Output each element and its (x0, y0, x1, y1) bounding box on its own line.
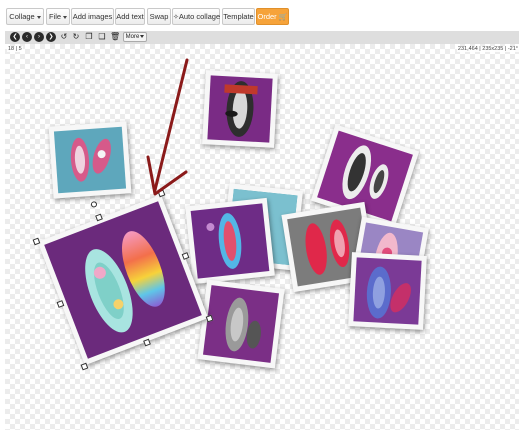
prev-icon[interactable]: ‹ (22, 32, 32, 42)
resize-handle-bottom[interactable] (143, 338, 151, 347)
resize-handle-top-left[interactable] (32, 237, 41, 246)
template-label: Template (223, 12, 254, 21)
resize-handle-left[interactable] (56, 300, 65, 308)
collage-canvas[interactable]: 18 | 5 231,464 | 235x235 | -21° (5, 44, 519, 430)
selection-geometry-readout: 231,464 | 235x235 | -21° (456, 46, 519, 52)
auto-collage-label: Auto collage (178, 12, 221, 21)
auto-collage-button[interactable]: ✧Auto collage (172, 8, 220, 25)
next-icon[interactable]: › (34, 32, 44, 42)
collage-label: Collage (9, 12, 35, 21)
cart-icon: 🛒 (278, 14, 288, 21)
add-images-button[interactable]: Add images (71, 8, 114, 25)
swap-label: Swap (149, 12, 169, 21)
order-label: Order (257, 12, 277, 21)
more-caret-icon (140, 34, 145, 38)
more-label: More (125, 34, 140, 40)
collage-photo-selected-rainbow-pad[interactable] (32, 189, 214, 371)
rotate-handle[interactable] (90, 200, 98, 209)
add-text-button[interactable]: Add text (115, 8, 145, 25)
first-icon[interactable]: ❮ (10, 32, 20, 42)
trash-icon[interactable]: 🗑 (110, 32, 120, 42)
add-text-label: Add text (116, 12, 144, 21)
collage-photo-lavender-pad[interactable] (348, 252, 427, 330)
paste-icon[interactable]: ❑ (97, 32, 107, 42)
file-caret-icon (63, 15, 68, 19)
undo-icon[interactable]: ↺ (59, 32, 69, 42)
more-button[interactable]: More (123, 32, 147, 42)
resize-handle-top-right[interactable] (157, 189, 166, 198)
collage-photo-star-wars-pad[interactable] (202, 70, 278, 148)
file-menu-button[interactable]: File (46, 8, 70, 25)
canvas-index-readout: 18 | 5 (7, 46, 23, 52)
last-icon[interactable]: ❯ (46, 32, 56, 42)
resize-handle-top[interactable] (95, 213, 103, 222)
canvas-toolbar: ❮ ‹ › ❯ ↺ ↻ ❐ ❑ 🗑 More (5, 31, 519, 44)
menubar: Collage File Add images Add text Swap ✧A… (0, 0, 519, 28)
collage-photo-grey-pad[interactable] (197, 279, 285, 369)
file-label: File (48, 12, 62, 21)
collage-caret-icon (36, 15, 41, 19)
order-button[interactable]: Order 🛒 (256, 8, 289, 25)
collage-photo-blue-pad[interactable] (185, 197, 275, 285)
resize-handle-bottom-left[interactable] (80, 362, 89, 371)
resize-handle-right[interactable] (181, 252, 190, 260)
swap-button[interactable]: Swap (147, 8, 171, 25)
add-images-label: Add images (72, 12, 113, 21)
collage-photo-pink-pad[interactable] (48, 121, 132, 199)
collage-menu-button[interactable]: Collage (6, 8, 44, 25)
copy-icon[interactable]: ❐ (84, 32, 94, 42)
redo-icon[interactable]: ↻ (71, 32, 81, 42)
template-button[interactable]: Template (222, 8, 255, 25)
